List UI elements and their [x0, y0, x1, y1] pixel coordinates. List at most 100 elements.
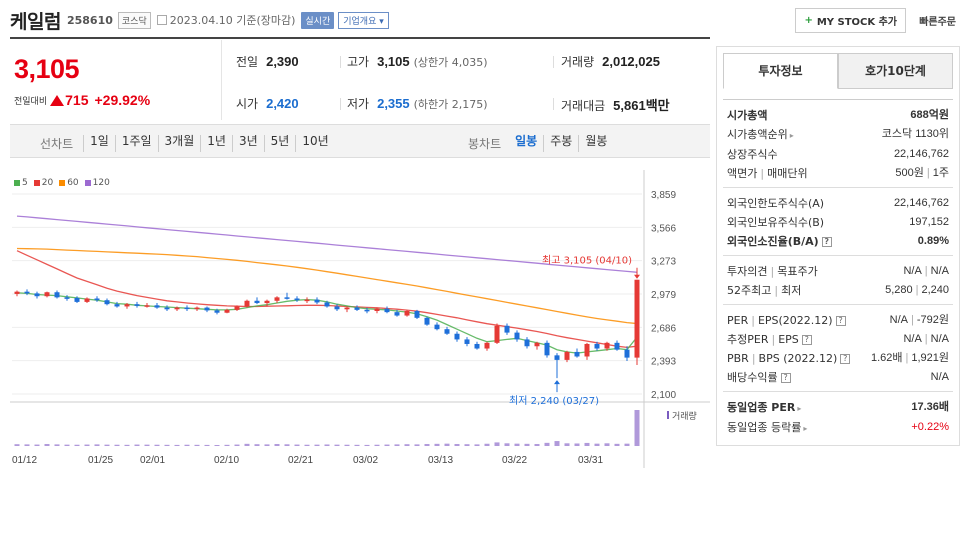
est-per-label: 추정PER	[727, 333, 769, 346]
w52-low-label: 최저	[781, 284, 802, 297]
candle-body	[44, 292, 50, 297]
volume-bar	[614, 443, 620, 446]
candle-body	[604, 342, 610, 349]
period-tab-line-3[interactable]: 1년	[200, 135, 232, 152]
volume-bar	[114, 444, 120, 446]
tab-investment-info[interactable]: 투자정보	[723, 53, 838, 89]
low-annotation: 최저 2,240 (03/27)	[509, 395, 599, 407]
volume-legend-swatch	[667, 411, 669, 419]
open-value: 2,420	[266, 96, 299, 111]
line-chart-label: 선차트	[40, 137, 74, 151]
listed-shares-row: 상장주식수 22,146,762	[727, 145, 949, 164]
candle-body	[194, 307, 200, 310]
foreign-ratio-row: 외국인소진율(B/A)? 0.89%	[727, 232, 949, 251]
sector-change-row: 동일업종 등락률 ▸ +0.22%	[727, 418, 949, 438]
candle-body	[354, 307, 360, 310]
period-tab-line-2[interactable]: 3개월	[157, 135, 201, 152]
investment-info-panel: 투자정보 호가10단계 시가총액 688억원 시가총액순위 ▸ 코스닥 1130위…	[716, 46, 960, 446]
valuation-section: PER | EPS(2022.12)? N/A | -792원 추정PER | EPS? N…	[723, 304, 953, 391]
period-tab-line-4[interactable]: 3년	[231, 135, 264, 152]
company-info-button[interactable]: 기업개요 ▾	[338, 11, 389, 29]
volume-bar	[304, 444, 310, 446]
price-chart: 5 20 60 120 3,859 3,566 3,273 2,979 2,686 2,393 2…	[10, 170, 710, 470]
price-summary: 3,105 전일대비 715 +29.92% 전일 2,390 고가 3,105…	[10, 40, 710, 120]
sector-change-label[interactable]: 동일업종 등락률	[727, 421, 801, 434]
low-value: 2,355	[377, 96, 410, 111]
foreign-section: 외국인한도주식수(A) 22,146,762 외국인보유주식수(B) 197,1…	[723, 187, 953, 255]
candle-body	[234, 306, 240, 310]
market-cap-row: 시가총액 688억원	[727, 106, 949, 125]
period-tab-line-0[interactable]: 1일	[83, 135, 115, 152]
quick-order-link[interactable]: 빠른주문	[919, 13, 956, 28]
candle-body	[294, 298, 300, 301]
period-bar: 선차트 1일 1주일 3개월 1년 3년 5년 10년 봉차트 일봉 주봉 월봉	[10, 124, 710, 158]
volume-bar	[64, 444, 70, 446]
tab-order-book[interactable]: 호가10단계	[838, 53, 953, 89]
prev-close-value: 2,390	[266, 54, 299, 69]
volume-bar	[244, 443, 250, 446]
candle-body	[554, 355, 560, 360]
period-tab-candle-1[interactable]: 주봉	[543, 135, 578, 152]
chevron-right-icon: ▸	[797, 404, 802, 413]
help-icon[interactable]: ?	[821, 237, 832, 247]
y-tick-label: 2,100	[651, 390, 676, 401]
volume-bar	[574, 443, 580, 446]
open-label: 시가	[236, 97, 259, 111]
low-arrow-head	[554, 380, 560, 385]
est-eps-value: N/A	[930, 333, 949, 345]
chart-svg: 3,859 3,566 3,273 2,979 2,686 2,393 2,100 최고 3,…	[10, 170, 710, 468]
foreign-limit-value: 22,146,762	[893, 197, 949, 209]
candle-body	[384, 308, 390, 313]
volume-bar	[224, 444, 230, 446]
volume-bar	[494, 442, 500, 446]
candle-body	[274, 297, 280, 301]
candle-body	[484, 342, 490, 349]
candle-body	[624, 349, 630, 358]
par-value-row: 액면가 | 매매단위 500원 | 1주	[727, 167, 949, 180]
volume-value: 2,012,025	[602, 54, 660, 69]
bps-label: BPS (2022.12)	[758, 352, 838, 365]
stat-volume: 거래량 2,012,025	[561, 53, 660, 70]
volume-bar	[484, 443, 490, 446]
help-icon[interactable]: ?	[801, 335, 812, 345]
realtime-button[interactable]: 실시간	[301, 11, 335, 29]
market-cap-section: 시가총액 688억원 시가총액순위 ▸ 코스닥 1130위 상장주식수 22,14…	[723, 99, 953, 187]
par-label: 액면가	[727, 167, 758, 180]
line-chart-periods: 선차트 1일 1주일 3개월 1년 3년 5년 10년	[40, 135, 335, 152]
mystock-add-button[interactable]: + MY STOCK 추가	[795, 8, 906, 33]
help-icon[interactable]: ?	[835, 316, 846, 326]
x-tick-label: 03/31	[578, 455, 603, 466]
help-icon[interactable]: ?	[780, 373, 791, 383]
sector-per-label[interactable]: 동일업종 PER	[727, 401, 795, 414]
candle-body	[374, 308, 380, 311]
period-tab-line-1[interactable]: 1주일	[114, 135, 158, 152]
volume-bar	[314, 444, 320, 446]
eps-value: -792원	[916, 314, 949, 326]
upper-limit: (상한가 4,035)	[413, 56, 488, 69]
legend-item-ma20: 20	[33, 178, 53, 188]
target-label: 목표주가	[777, 265, 818, 278]
volume-bar	[134, 444, 140, 446]
y-tick-label: 2,686	[651, 323, 676, 334]
candle-body	[444, 329, 450, 334]
period-tab-line-5[interactable]: 5년	[263, 135, 296, 152]
low-label: 저가	[347, 97, 370, 111]
period-tab-line-6[interactable]: 10년	[295, 135, 334, 152]
candle-body	[254, 300, 260, 304]
period-tab-candle-2[interactable]: 월봉	[578, 135, 613, 152]
foreign-ratio-label: 외국인소진율(B/A)	[727, 235, 819, 248]
market-cap-rank-label[interactable]: 시가총액순위	[727, 128, 788, 141]
change-row: 전일대비 715 +29.92%	[14, 92, 150, 108]
panel-tabs: 투자정보 호가10단계	[723, 53, 953, 89]
period-tab-candle-0[interactable]: 일봉	[509, 135, 543, 152]
stat-prev-close: 전일 2,390	[236, 53, 299, 70]
trade-unit-label: 매매단위	[767, 167, 808, 180]
legend-swatch	[14, 180, 20, 186]
help-icon[interactable]: ?	[840, 354, 851, 364]
chevron-right-icon: ▸	[789, 131, 794, 140]
candle-body	[144, 305, 150, 307]
foreign-hold-row: 외국인보유주식수(B) 197,152	[727, 213, 949, 232]
candle-body	[244, 300, 250, 307]
volume-bar	[414, 444, 420, 446]
candle-chart-label: 봉차트	[468, 137, 502, 151]
